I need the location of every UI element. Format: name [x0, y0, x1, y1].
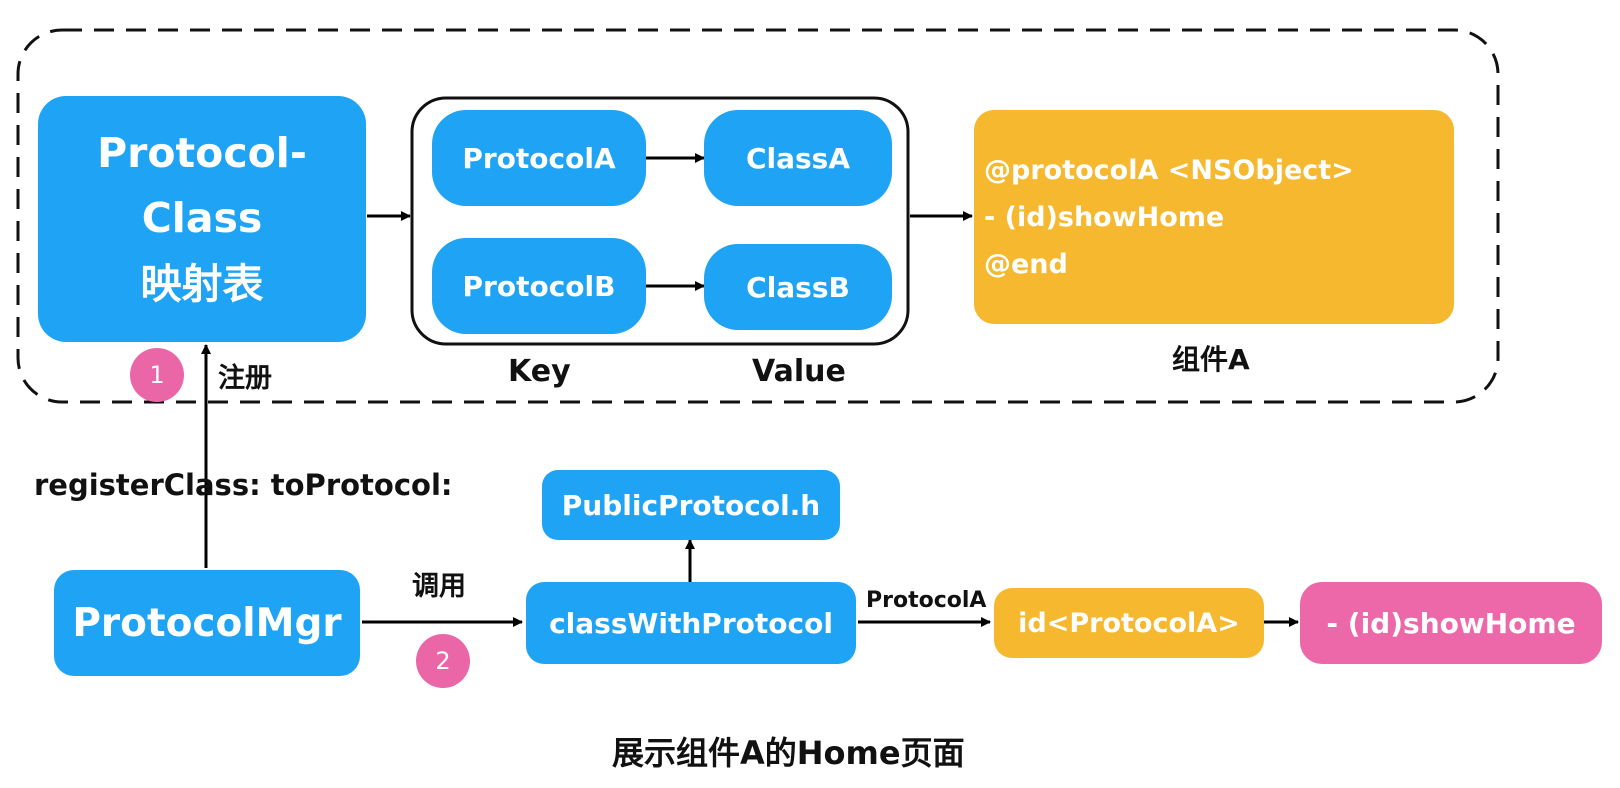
- step-1-badge: 1: [130, 348, 184, 402]
- protocol-b-node: ProtocolB: [432, 238, 646, 334]
- step-2-badge: 2: [416, 634, 470, 688]
- protocol-decl-line-3: @end: [984, 248, 1068, 280]
- register-label: 注册: [218, 363, 272, 394]
- protocol-decl-line-1: @protocolA <NSObject>: [984, 154, 1354, 186]
- mapping-table-subtitle: 映射表: [140, 259, 264, 308]
- protocol-decl-line-2: - (id)showHome: [984, 201, 1225, 233]
- mapping-table-title: Protocol-Class: [97, 128, 307, 243]
- value-caption: Value: [752, 354, 846, 389]
- invoke-label: 调用: [412, 571, 466, 602]
- class-b-node: ClassB: [704, 244, 892, 330]
- protocol-mgr-node: ProtocolMgr: [54, 570, 360, 676]
- public-protocol-node: PublicProtocol.h: [542, 470, 840, 540]
- protocol-declaration-box: @protocolA <NSObject> - (id)showHome @en…: [974, 110, 1454, 324]
- class-with-protocol-node: classWithProtocol: [526, 582, 856, 664]
- component-a-caption: 组件A: [1172, 343, 1250, 376]
- key-caption: Key: [508, 354, 571, 389]
- protocol-a-edge-label: ProtocolA: [866, 588, 987, 613]
- footer-caption: 展示组件A的Home页面: [612, 734, 965, 772]
- class-a-node: ClassA: [704, 110, 892, 206]
- protocol-a-node: ProtocolA: [432, 110, 646, 206]
- mapping-table-box: Protocol-Class 映射表: [38, 96, 366, 342]
- register-method-label: registerClass: toProtocol:: [34, 468, 453, 502]
- id-protocol-a-node: id<ProtocolA>: [994, 588, 1264, 658]
- show-home-node: - (id)showHome: [1300, 582, 1602, 664]
